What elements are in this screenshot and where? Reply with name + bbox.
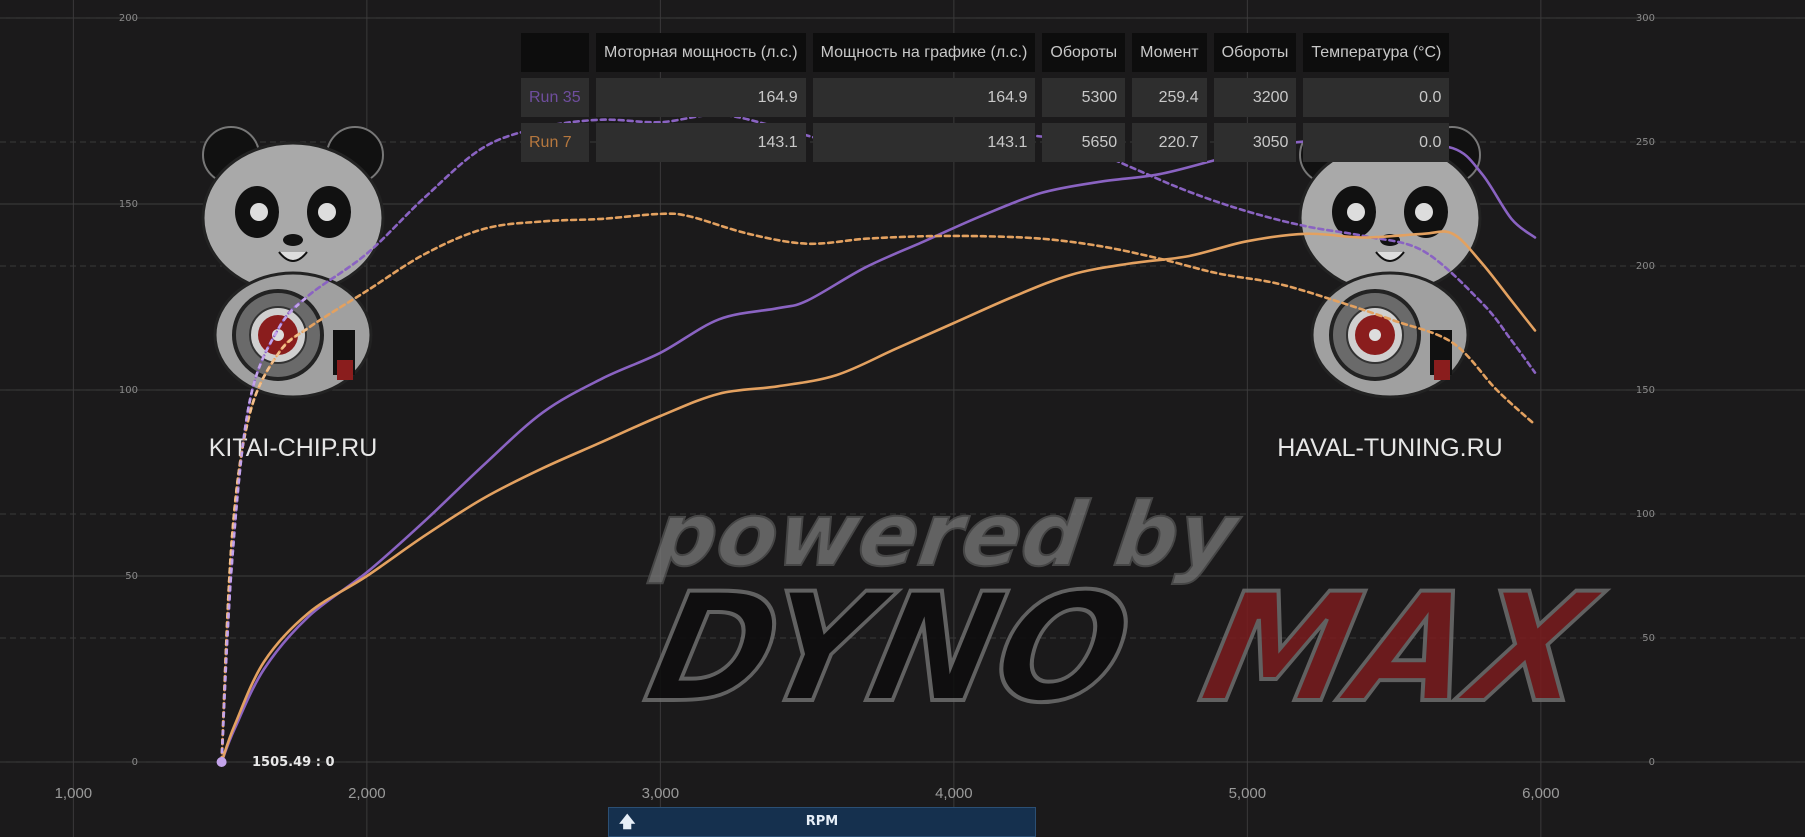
x-tick-label: 4,000 — [935, 785, 973, 802]
dynomax-watermark: powered by DYNO MAX — [632, 482, 1616, 737]
watermark-dyno: DYNO — [634, 561, 1146, 736]
graph-hp-value: 164.9 — [812, 78, 1036, 117]
y-right-tick-label: 0 — [1649, 757, 1655, 768]
tq-rpm-value: 3200 — [1213, 78, 1297, 117]
table-header-hp-rpm: Обороты — [1042, 33, 1126, 72]
y-right-tick-label: 50 — [1642, 633, 1655, 644]
x-tick-label: 1,000 — [55, 785, 93, 802]
table-row[interactable]: Run 7 143.1 143.1 5650 220.7 3050 0.0 — [521, 123, 1450, 162]
torque-value: 259.4 — [1132, 78, 1207, 117]
hp-rpm-value: 5650 — [1042, 123, 1126, 162]
arrow-up-icon: 🡅 — [619, 812, 636, 831]
engine-hp-value: 164.9 — [596, 78, 806, 117]
table-header-engine-hp: Моторная мощность (л.с.) — [596, 33, 806, 72]
y-left-tick-label: 50 — [125, 571, 138, 582]
rpm-axis-button[interactable]: 🡅 RPM — [608, 807, 1036, 837]
logo-right-text: HAVAL-TUNING.RU — [1277, 434, 1502, 462]
rpm-button-label: RPM — [805, 814, 839, 829]
temp-value: 0.0 — [1303, 78, 1450, 117]
cursor-point[interactable] — [216, 757, 227, 767]
logo-left-text: KITAI-CHIP.RU — [209, 434, 378, 462]
torque-value: 220.7 — [1132, 123, 1207, 162]
y-left-tick-label: 150 — [119, 199, 138, 210]
y-left-tick-label: 0 — [132, 757, 138, 768]
run-name[interactable]: Run 35 — [521, 78, 589, 117]
cursor-readout: 1505.49 : 0 — [252, 755, 335, 770]
y-right-tick-label: 150 — [1636, 385, 1655, 396]
tq-rpm-value: 3050 — [1213, 123, 1297, 162]
table-header-tq-rpm: Обороты — [1213, 33, 1297, 72]
hp-rpm-value: 5300 — [1042, 78, 1126, 117]
table-header-run — [521, 33, 589, 72]
x-tick-label: 2,000 — [348, 785, 386, 802]
y-right-tick-label: 250 — [1636, 137, 1655, 148]
y-right-tick-label: 200 — [1636, 261, 1655, 272]
x-tick-label: 6,000 — [1522, 785, 1560, 802]
table-row[interactable]: Run 35 164.9 164.9 5300 259.4 3200 0.0 — [521, 78, 1450, 117]
x-tick-label: 5,000 — [1229, 785, 1267, 802]
table-header-graph-hp: Мощность на графике (л.с.) — [812, 33, 1036, 72]
y-left-tick-label: 200 — [119, 13, 138, 24]
y-left-tick-label: 100 — [119, 385, 138, 396]
table-header-row: Моторная мощность (л.с.) Мощность на гра… — [521, 33, 1450, 72]
x-tick-label: 3,000 — [642, 785, 680, 802]
run-name[interactable]: Run 7 — [521, 123, 589, 162]
graph-hp-value: 143.1 — [812, 123, 1036, 162]
table-header-torque: Момент — [1132, 33, 1207, 72]
y-right-tick-label: 300 — [1636, 13, 1655, 24]
table-header-temp: Температура (°C) — [1303, 33, 1450, 72]
engine-hp-value: 143.1 — [596, 123, 806, 162]
watermark-max: MAX — [1189, 561, 1614, 736]
temp-value: 0.0 — [1303, 123, 1450, 162]
run-summary-table: Моторная мощность (л.с.) Мощность на гра… — [514, 27, 1456, 168]
y-right-tick-label: 100 — [1636, 509, 1655, 520]
